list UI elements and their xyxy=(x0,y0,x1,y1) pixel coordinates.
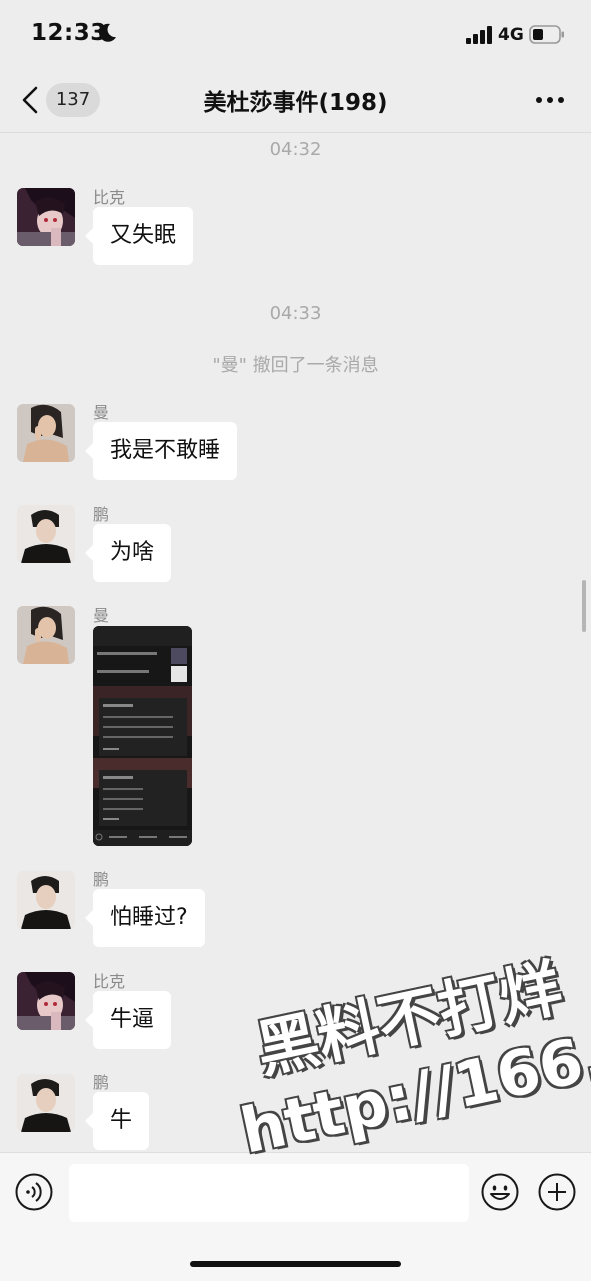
sender-name: 比克 xyxy=(93,972,126,991)
image-message[interactable] xyxy=(93,626,192,846)
avatar-bike[interactable] xyxy=(17,188,75,246)
scrollbar[interactable] xyxy=(582,580,586,632)
status-bar: 12:33 4G xyxy=(0,0,591,70)
avatar-man[interactable] xyxy=(17,606,75,664)
avatar-man[interactable] xyxy=(17,404,75,462)
sender-name: 鹏 xyxy=(93,870,110,889)
avatar-peng[interactable] xyxy=(17,1074,75,1132)
avatar-peng[interactable] xyxy=(17,871,75,929)
message-bubble[interactable]: 牛逼 xyxy=(84,991,172,1049)
timestamp: 04:32 xyxy=(269,139,322,160)
voice-icon[interactable] xyxy=(15,1173,53,1211)
signal-icon xyxy=(466,26,492,44)
chat-title: 美杜莎事件(198) xyxy=(203,90,388,116)
battery-icon xyxy=(529,25,564,44)
recall-notice: "曼" 撤回了一条消息 xyxy=(212,355,379,376)
home-indicator[interactable] xyxy=(190,1261,401,1267)
timestamp: 04:33 xyxy=(269,303,322,324)
chat-header: 137 美杜莎事件(198) xyxy=(0,70,591,133)
avatar-peng[interactable] xyxy=(17,505,75,563)
moon-icon xyxy=(99,23,116,42)
unread-count-badge[interactable]: 137 xyxy=(46,83,100,117)
more-icon[interactable] xyxy=(535,95,565,105)
sender-name: 曼 xyxy=(93,606,110,625)
message-bubble[interactable]: 怕睡过? xyxy=(85,889,205,947)
sender-name: 鹏 xyxy=(93,1073,110,1092)
message-bubble[interactable]: 为啥 xyxy=(84,524,172,582)
sender-name: 鹏 xyxy=(93,505,110,524)
watermark-line-2: http://166.run xyxy=(234,994,591,1168)
sender-name: 比克 xyxy=(93,188,126,207)
message-bubble[interactable]: 牛 xyxy=(84,1092,150,1150)
avatar-bike[interactable] xyxy=(17,972,75,1030)
network-type: 4G xyxy=(498,25,524,45)
message-bubble[interactable]: 又失眠 xyxy=(84,207,194,265)
plus-icon[interactable] xyxy=(538,1173,576,1211)
message-bubble[interactable]: 我是不敢睡 xyxy=(84,422,238,480)
back-chevron-icon[interactable] xyxy=(18,84,42,116)
sender-name: 曼 xyxy=(93,403,110,422)
message-input[interactable] xyxy=(69,1164,469,1222)
watermark-line-1: 黑料不打烊 xyxy=(249,950,569,1087)
emoji-icon[interactable] xyxy=(481,1173,519,1211)
